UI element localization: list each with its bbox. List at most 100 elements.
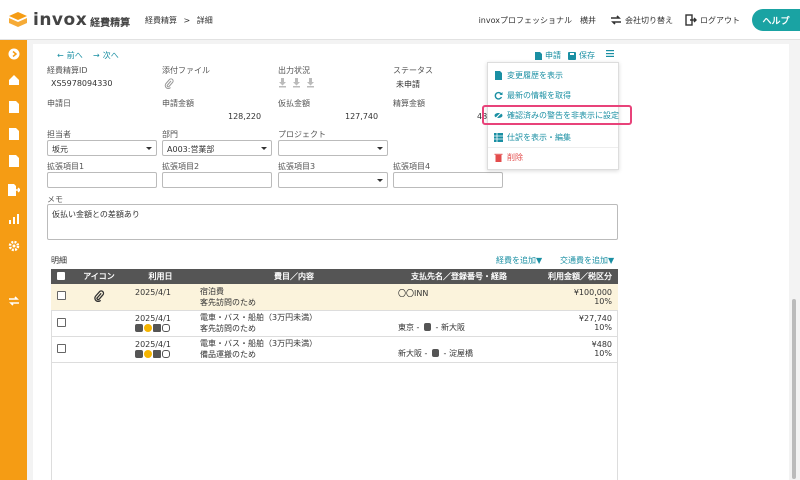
home-icon[interactable] bbox=[7, 73, 20, 86]
link-icon bbox=[162, 323, 170, 332]
col-icon: アイコン bbox=[71, 269, 127, 284]
prev-link[interactable]: ← 前へ bbox=[57, 50, 83, 61]
project-label: プロジェクト bbox=[278, 130, 326, 139]
detail-title: 明細 bbox=[51, 256, 67, 265]
menu-item-refresh[interactable]: 最新の情報を取得 bbox=[488, 85, 618, 105]
arrow-right-icon: → bbox=[93, 51, 100, 60]
train-icon bbox=[135, 349, 143, 358]
chart-icon[interactable] bbox=[7, 212, 20, 225]
col-amount: 利用金額／税区分 bbox=[524, 269, 618, 284]
scrollbar-thumb[interactable] bbox=[792, 299, 796, 479]
paperclip-icon[interactable] bbox=[93, 290, 105, 302]
export-icon[interactable] bbox=[7, 183, 20, 196]
menu-item-journal[interactable]: 仕訳を表示・編集 bbox=[488, 127, 618, 147]
chevron-down-icon bbox=[377, 147, 383, 150]
row-payee: 〇〇INN bbox=[394, 284, 524, 311]
expand-icon[interactable] bbox=[7, 47, 20, 60]
more-menu-button[interactable] bbox=[606, 50, 614, 57]
prev-label: 前へ bbox=[66, 51, 83, 60]
gear-icon[interactable] bbox=[7, 239, 20, 252]
coin-icon bbox=[144, 349, 152, 358]
row-tax: 10% bbox=[594, 296, 612, 306]
switch-company-button[interactable]: 会社切り替え bbox=[610, 14, 673, 26]
help-button[interactable]: ヘルプ bbox=[752, 9, 800, 31]
row-tax: 10% bbox=[594, 323, 612, 332]
advance-value: 127,740 bbox=[345, 112, 379, 121]
row-tax: 10% bbox=[594, 349, 612, 358]
menu-item-label: 削除 bbox=[507, 153, 523, 162]
menu-item-delete[interactable]: 削除 bbox=[488, 147, 618, 167]
switch-company-label: 会社切り替え bbox=[625, 15, 673, 25]
row-amount: ¥27,740 bbox=[578, 314, 612, 323]
hamburger-icon bbox=[606, 50, 614, 57]
row-route: 東京 - - 新大阪 bbox=[394, 310, 524, 337]
row-category: 電車・バス・船舶（3万円未満） bbox=[200, 339, 318, 348]
chevron-down-icon bbox=[377, 179, 383, 182]
dept-label: 部門 bbox=[162, 130, 178, 139]
status-label: ステータス bbox=[393, 66, 433, 75]
link-icon bbox=[162, 349, 170, 358]
transport-icons bbox=[135, 323, 194, 332]
dept-select[interactable]: A003:営業部 bbox=[162, 140, 272, 156]
select-all-checkbox[interactable] bbox=[57, 271, 65, 280]
switch-icon bbox=[611, 15, 621, 25]
paperclip-icon[interactable] bbox=[164, 78, 174, 89]
table-row[interactable]: 2025/4/1 電車・バス・船舶（3万円未満） 備品運搬のため 新大阪 - -… bbox=[51, 336, 618, 363]
eye-slash-icon bbox=[494, 111, 503, 119]
logo-text: invox bbox=[33, 10, 88, 30]
ext1-label: 拡張項目1 bbox=[47, 162, 85, 171]
memo-textarea[interactable]: 仮払い金額との差額あり bbox=[47, 204, 618, 240]
apply-label: 申請 bbox=[545, 51, 561, 60]
breadcrumb-expense[interactable]: 経費精算 bbox=[145, 16, 177, 25]
row-checkbox[interactable] bbox=[56, 317, 66, 327]
assignee-select[interactable]: 坂元 bbox=[47, 140, 157, 156]
switch-company-icon[interactable] bbox=[7, 294, 20, 307]
row-date: 2025/4/1 bbox=[135, 314, 171, 323]
ext1-input[interactable] bbox=[47, 172, 157, 188]
row-route: 新大阪 - - 淀屋橋 bbox=[394, 336, 524, 363]
row-content: 客先訪問のため bbox=[200, 324, 256, 333]
memo-value: 仮払い金額との差額あり bbox=[52, 210, 140, 219]
table-row[interactable]: 2025/4/1 電車・バス・船舶（3万円未満） 客先訪問のため 東京 - - … bbox=[51, 310, 618, 337]
menu-item-label: 最新の情報を取得 bbox=[507, 90, 571, 100]
train-icon bbox=[135, 323, 143, 332]
table-row[interactable]: 2025/4/1 宿泊費 客先訪問のため 〇〇INN ¥100,000 10% bbox=[51, 284, 618, 311]
assignee-value: 坂元 bbox=[52, 145, 68, 154]
ext2-input[interactable] bbox=[162, 172, 272, 188]
save-button[interactable]: 保存 bbox=[568, 50, 595, 61]
row-amount: ¥100,000 bbox=[573, 287, 612, 297]
amount-label: 申請金額 bbox=[162, 99, 194, 108]
document-list-icon[interactable] bbox=[7, 127, 20, 140]
apply-button[interactable]: 申請 bbox=[535, 50, 561, 61]
add-expense-link[interactable]: 経費を追加▼ bbox=[496, 255, 542, 266]
more-menu-dropdown: 変更履歴を表示 最新の情報を取得 確認済みの警告を非表示に設定 仕訳を表示・編集… bbox=[482, 62, 632, 170]
ext3-select[interactable] bbox=[278, 172, 388, 188]
select-all-header[interactable] bbox=[51, 269, 71, 284]
ext4-input[interactable] bbox=[393, 172, 503, 188]
logout-button[interactable]: ログアウト bbox=[685, 14, 740, 26]
status-value: 未申請 bbox=[396, 80, 420, 89]
menu-item-hide-warnings[interactable]: 確認済みの警告を非表示に設定 bbox=[482, 105, 632, 125]
card-icon bbox=[153, 349, 161, 358]
route-from: 東京 bbox=[398, 322, 414, 332]
document-icon[interactable] bbox=[7, 100, 20, 113]
output-status-icons bbox=[279, 78, 314, 88]
save-icon bbox=[568, 51, 576, 60]
document-check-icon[interactable] bbox=[7, 154, 20, 167]
row-checkbox[interactable] bbox=[56, 291, 66, 301]
add-transport-link[interactable]: 交通費を追加▼ bbox=[560, 255, 614, 266]
app-logo[interactable]: invox 経費精算 bbox=[8, 10, 130, 30]
row-checkbox[interactable] bbox=[56, 343, 66, 353]
row-date: 2025/4/1 bbox=[127, 284, 194, 311]
date-label: 申請日 bbox=[47, 99, 71, 108]
project-select[interactable] bbox=[278, 140, 388, 156]
menu-item-label: 仕訳を表示・編集 bbox=[507, 132, 571, 142]
row-category: 宿泊費 bbox=[200, 286, 224, 296]
document-icon bbox=[495, 70, 502, 80]
next-link[interactable]: → 次へ bbox=[93, 50, 119, 61]
assignee-label: 担当者 bbox=[47, 130, 71, 139]
menu-item-history[interactable]: 変更履歴を表示 bbox=[488, 65, 618, 85]
logout-label: ログアウト bbox=[700, 15, 740, 25]
main-panel: ← 前へ → 次へ 申請 保存 経費精算ID XS5978094330 添付ファ… bbox=[33, 44, 789, 480]
scrollbar[interactable] bbox=[790, 44, 798, 480]
